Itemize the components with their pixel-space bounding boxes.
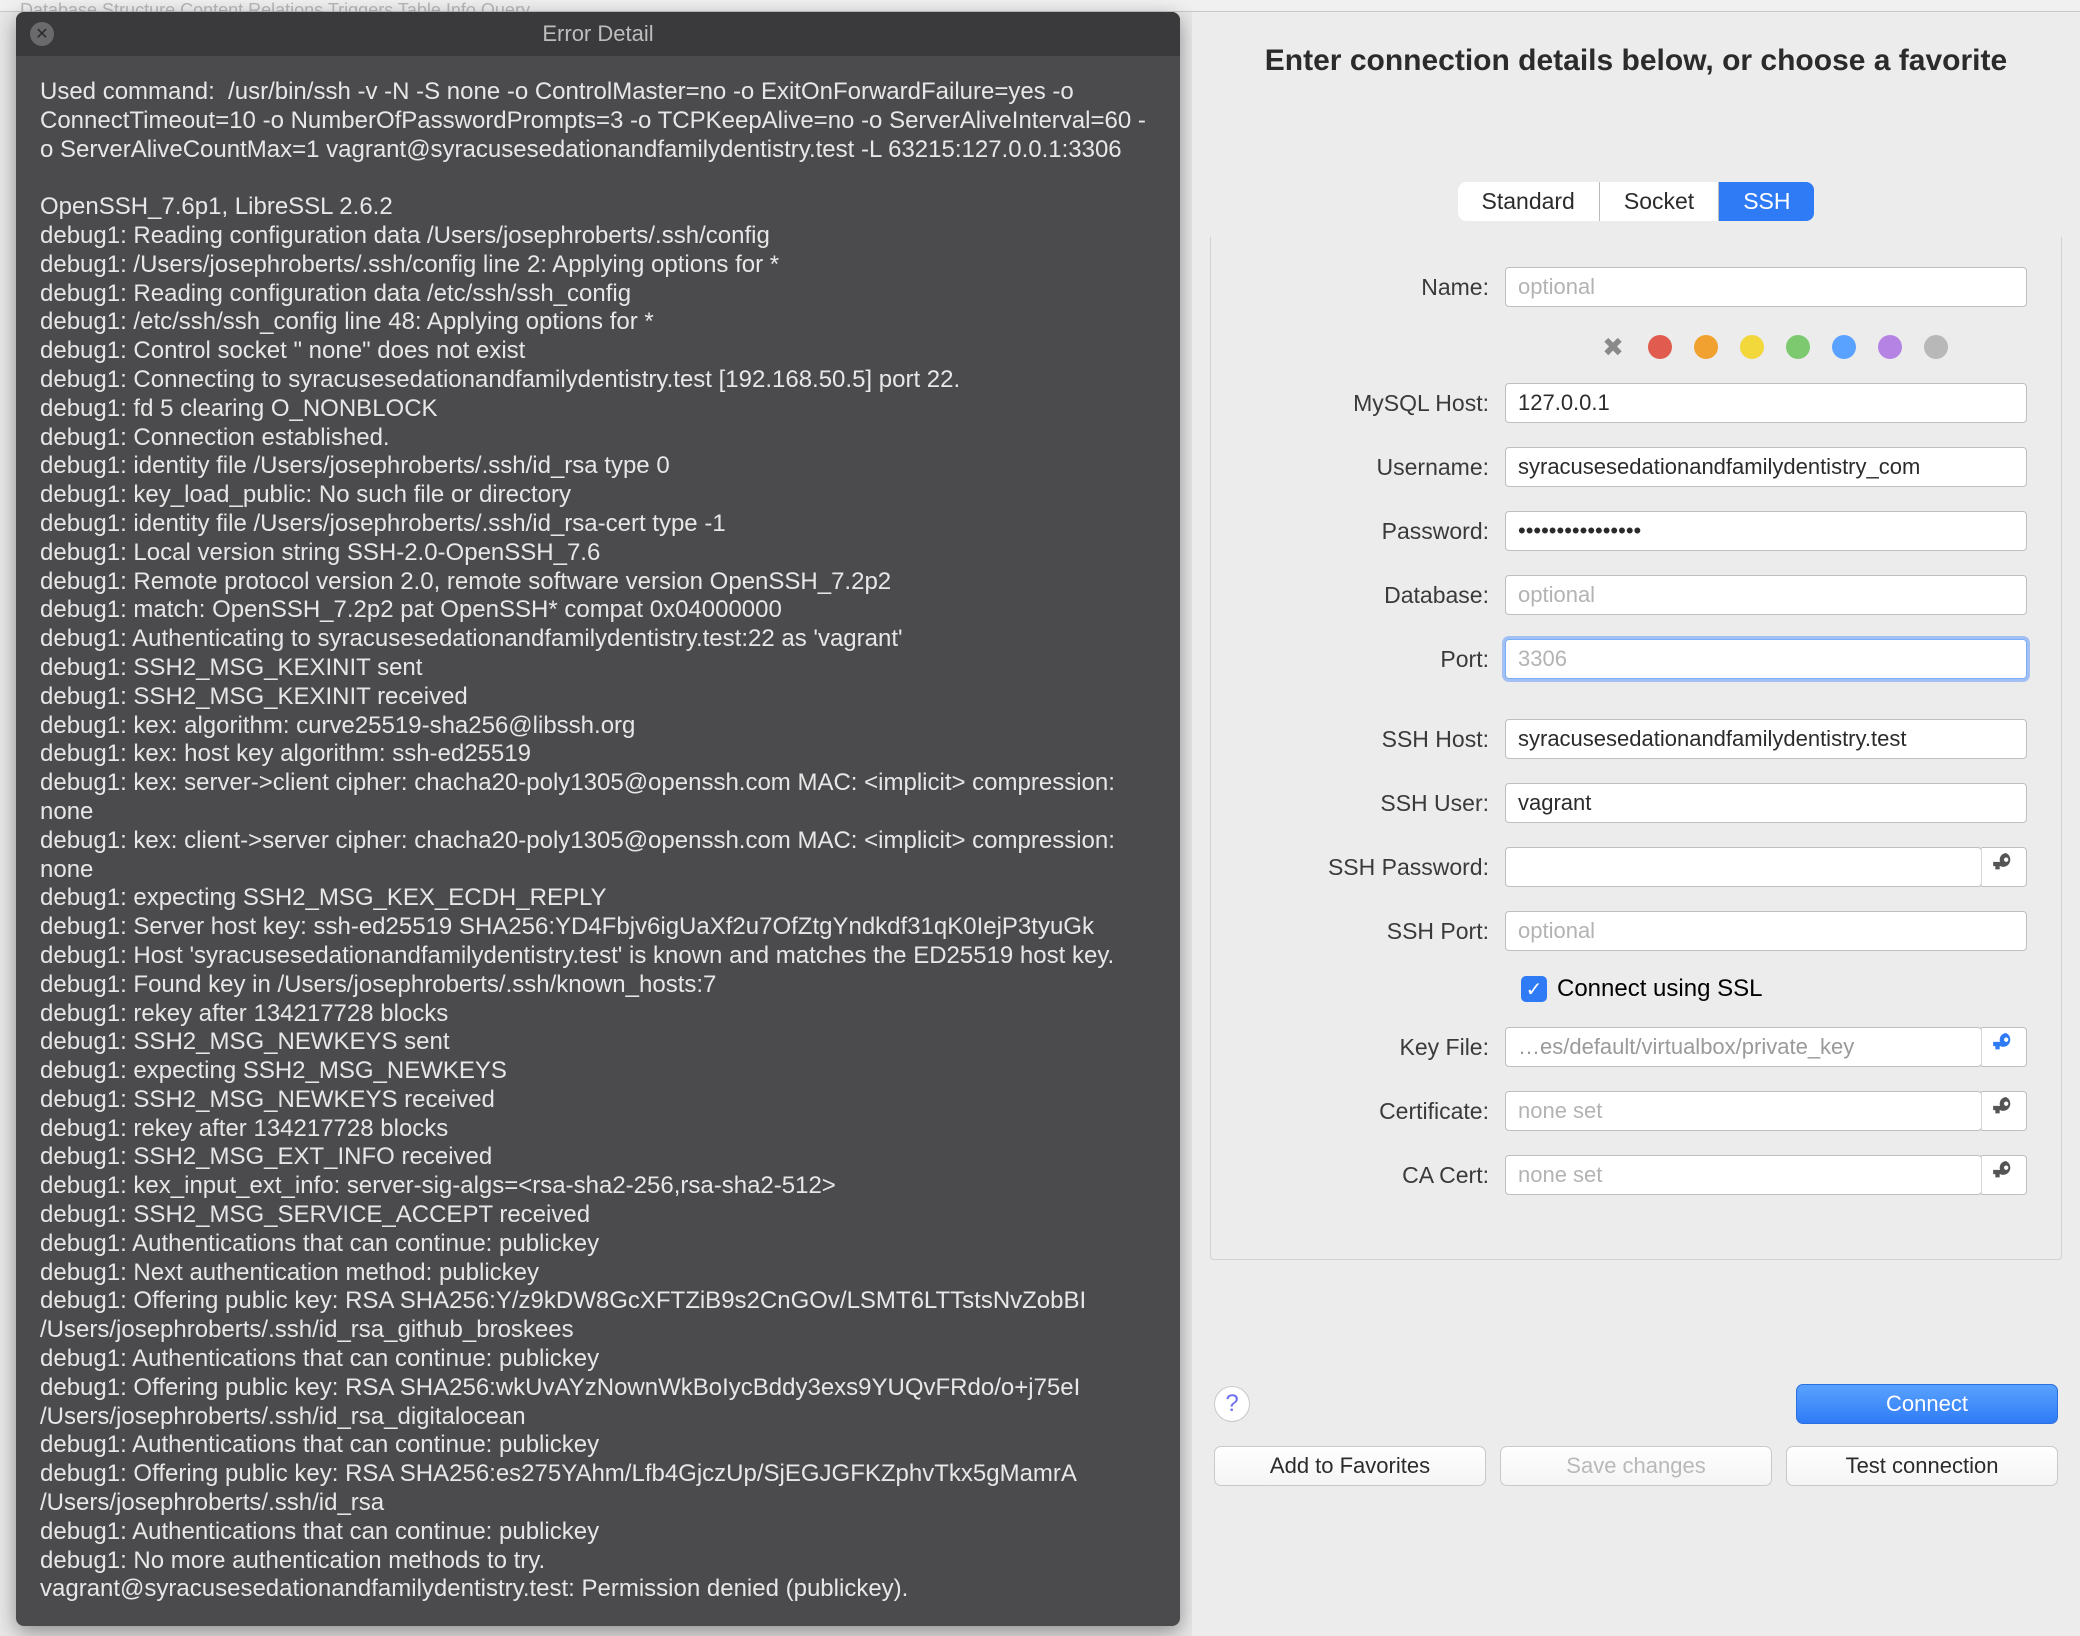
label-key-file: Key File:	[1245, 1034, 1505, 1061]
connect-button[interactable]: Connect	[1796, 1384, 2058, 1424]
help-icon[interactable]: ?	[1214, 1386, 1250, 1422]
connection-form: Name: ✖ MySQL Host: Username: Password:	[1210, 237, 2062, 1260]
add-to-favorites-button[interactable]: Add to Favorites	[1214, 1446, 1486, 1486]
name-input[interactable]	[1505, 267, 2027, 307]
label-database: Database:	[1245, 582, 1505, 609]
password-input[interactable]	[1505, 511, 2027, 551]
ssh-port-input[interactable]	[1505, 911, 2027, 951]
label-ssh-user: SSH User:	[1245, 790, 1505, 817]
label-mysql-host: MySQL Host:	[1245, 390, 1505, 417]
connection-type-tabs: Standard Socket SSH	[1458, 182, 1815, 221]
error-detail-panel: ✕ Error Detail Used command: /usr/bin/ss…	[16, 12, 1180, 1626]
certificate-picker-icon[interactable]	[1981, 1091, 2027, 1131]
mysql-host-input[interactable]	[1505, 383, 2027, 423]
clear-color-icon[interactable]: ✖	[1600, 335, 1626, 359]
port-input[interactable]	[1505, 639, 2027, 679]
ca-cert-input[interactable]	[1505, 1155, 1982, 1195]
tab-socket[interactable]: Socket	[1600, 182, 1719, 221]
label-ssh-port: SSH Port:	[1245, 918, 1505, 945]
label-ssh-host: SSH Host:	[1245, 726, 1505, 753]
ssh-password-input[interactable]	[1505, 847, 1982, 887]
certificate-input[interactable]	[1505, 1091, 1982, 1131]
color-dot-green[interactable]	[1786, 335, 1810, 359]
label-password: Password:	[1245, 518, 1505, 545]
window-toolbar-strip: Database Structure Content Relations Tri…	[0, 0, 2080, 12]
color-dot-gray[interactable]	[1924, 335, 1948, 359]
username-input[interactable]	[1505, 447, 2027, 487]
key-file-input[interactable]	[1505, 1027, 1982, 1067]
tab-standard[interactable]: Standard	[1458, 182, 1600, 221]
label-port: Port:	[1245, 646, 1505, 673]
error-title: Error Detail	[16, 21, 1180, 47]
save-changes-button[interactable]: Save changes	[1500, 1446, 1772, 1486]
color-dot-purple[interactable]	[1878, 335, 1902, 359]
color-dot-red[interactable]	[1648, 335, 1672, 359]
database-input[interactable]	[1505, 575, 2027, 615]
use-ssl-checkbox[interactable]: ✓	[1521, 976, 1547, 1002]
color-dot-yellow[interactable]	[1740, 335, 1764, 359]
ssh-password-key-icon[interactable]	[1981, 847, 2027, 887]
label-certificate: Certificate:	[1245, 1098, 1505, 1125]
label-ca-cert: CA Cert:	[1245, 1162, 1505, 1189]
test-connection-button[interactable]: Test connection	[1786, 1446, 2058, 1486]
tab-ssh[interactable]: SSH	[1719, 182, 1814, 221]
connection-heading: Enter connection details below, or choos…	[1192, 12, 2080, 92]
label-name: Name:	[1245, 274, 1505, 301]
favorite-color-picker: ✖	[1521, 331, 2027, 359]
error-titlebar: ✕ Error Detail	[16, 12, 1180, 56]
connection-pane: Enter connection details below, or choos…	[1192, 12, 2080, 1636]
error-body-text[interactable]: Used command: /usr/bin/ssh -v -N -S none…	[16, 56, 1180, 1626]
ssh-user-input[interactable]	[1505, 783, 2027, 823]
toolbar-faded-text: Database Structure Content Relations Tri…	[0, 0, 530, 12]
close-icon[interactable]: ✕	[30, 22, 54, 46]
label-ssh-password: SSH Password:	[1245, 854, 1505, 881]
label-username: Username:	[1245, 454, 1505, 481]
color-dot-blue[interactable]	[1832, 335, 1856, 359]
ca-cert-picker-icon[interactable]	[1981, 1155, 2027, 1195]
ssh-host-input[interactable]	[1505, 719, 2027, 759]
use-ssl-label: Connect using SSL	[1557, 975, 1762, 1003]
key-file-picker-icon[interactable]	[1981, 1027, 2027, 1067]
color-dot-orange[interactable]	[1694, 335, 1718, 359]
bottom-button-bar: ? Connect Add to Favorites Save changes …	[1192, 1384, 2080, 1486]
